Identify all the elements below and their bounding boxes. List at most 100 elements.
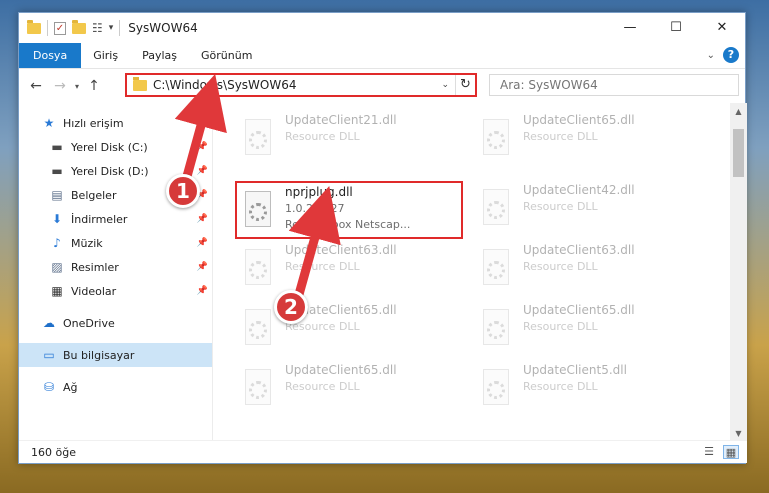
dll-file-icon [479, 189, 513, 229]
file-item[interactable]: UpdateClient42.dll Resource DLL [475, 181, 705, 239]
file-description: Resource DLL [523, 380, 598, 393]
sidebar-item-label: Müzik [71, 236, 103, 250]
file-list: UpdateClient21.dll Resource DLL nprjplug… [213, 103, 747, 442]
dll-file-icon [241, 119, 275, 159]
window-controls: — ☐ ✕ [607, 13, 745, 43]
drive-icon: ▬ [51, 140, 63, 154]
sidebar-item-disk-c[interactable]: ▬ Yerel Disk (C:) 📌 [19, 135, 212, 159]
file-description: Resource DLL [523, 260, 598, 273]
item-count: 160 öğe [31, 445, 76, 459]
file-name: UpdateClient21.dll [285, 113, 397, 127]
refresh-icon[interactable]: ↻ [455, 75, 475, 95]
file-description: RealJukebox Netscap... [285, 218, 411, 231]
address-bar[interactable]: C:\Windows\SysWOW64 ⌄ ↻ [125, 73, 477, 97]
divider [119, 20, 121, 36]
forward-arrow-icon[interactable]: → [51, 78, 69, 94]
file-name: nprjplug.dll [285, 185, 353, 199]
file-description: Resource DLL [523, 200, 598, 213]
sidebar-item-downloads[interactable]: ⬇ İndirmeler 📌 [19, 207, 212, 231]
step-marker-2: 2 [274, 290, 308, 324]
help-icon[interactable]: ? [723, 47, 739, 63]
properties-check-icon[interactable]: ✓ [54, 21, 66, 35]
pin-icon[interactable]: 📌 [197, 214, 208, 224]
file-description: Resource DLL [523, 130, 598, 143]
sidebar-item-network[interactable]: ⛁ Ağ [19, 375, 212, 399]
sidebar-item-onedrive[interactable]: ☁ OneDrive [19, 311, 212, 335]
pin-icon[interactable]: 📌 [197, 166, 208, 176]
file-item[interactable]: UpdateClient65.dll Resource DLL [475, 111, 705, 169]
file-item[interactable]: UpdateClient21.dll Resource DLL [237, 111, 467, 169]
sidebar-item-music[interactable]: ♪ Müzik 📌 [19, 231, 212, 255]
minimize-button[interactable]: — [607, 13, 653, 43]
title-bar: ✓ ☷ ▾ SysWOW64 — ☐ ✕ [19, 13, 745, 43]
properties-icon[interactable]: ☷ [92, 21, 103, 35]
sidebar-item-label: Ağ [63, 380, 78, 394]
ribbon-right-controls: ⌄ ? [707, 47, 739, 63]
sidebar-item-quick-access[interactable]: ★ Hızlı erişim [19, 111, 212, 135]
pin-icon[interactable]: 📌 [197, 142, 208, 152]
dll-file-icon [479, 249, 513, 289]
customize-dropdown-icon[interactable]: ▾ [109, 23, 114, 33]
dll-file-icon [241, 191, 275, 231]
scroll-up-icon[interactable]: ▲ [730, 103, 747, 120]
vertical-scrollbar[interactable]: ▲ ▼ [730, 103, 747, 442]
file-item[interactable]: UpdateClient5.dll Resource DLL [475, 361, 705, 419]
ribbon-tabs: Dosya Giriş Paylaş Görünüm ⌄ ? [19, 43, 745, 69]
search-input[interactable] [489, 74, 739, 96]
file-item[interactable]: UpdateClient65.dll Resource DLL [237, 301, 467, 359]
file-item[interactable]: UpdateClient65.dll Resource DLL [237, 361, 467, 419]
tab-share[interactable]: Paylaş [130, 43, 189, 68]
divider [47, 20, 48, 36]
cloud-icon: ☁ [43, 316, 55, 330]
maximize-button[interactable]: ☐ [653, 13, 699, 43]
navigation-bar: ← → ▾ ↑ C:\Windows\SysWOW64 ⌄ ↻ [19, 69, 745, 103]
dll-file-icon [241, 369, 275, 409]
file-item[interactable]: UpdateClient63.dll Resource DLL [475, 241, 705, 299]
tab-view[interactable]: Görünüm [189, 43, 264, 68]
address-path[interactable]: C:\Windows\SysWOW64 [153, 78, 435, 92]
file-item-highlighted[interactable]: nprjplug.dll 1.0.2.1127 RealJukebox Nets… [235, 181, 463, 239]
pin-icon[interactable]: 📌 [197, 262, 208, 272]
step-marker-1: 1 [166, 174, 200, 208]
videos-icon: ▦ [51, 284, 63, 298]
up-arrow-icon[interactable]: ↑ [85, 78, 103, 94]
pin-icon[interactable]: 📌 [197, 238, 208, 248]
explorer-window: ✓ ☷ ▾ SysWOW64 — ☐ ✕ Dosya Giriş Paylaş … [18, 12, 747, 464]
window-title: SysWOW64 [128, 21, 198, 35]
pin-icon[interactable]: 📌 [197, 286, 208, 296]
sidebar-item-videos[interactable]: ▦ Videolar 📌 [19, 279, 212, 303]
quick-access-toolbar: ✓ ☷ ▾ [19, 19, 121, 36]
sidebar-item-label: Videolar [71, 284, 117, 298]
address-dropdown-icon[interactable]: ⌄ [435, 80, 455, 90]
details-view-icon[interactable]: ☰ [701, 445, 717, 459]
back-arrow-icon[interactable]: ← [27, 78, 45, 94]
sidebar-item-label: Yerel Disk (D:) [71, 164, 149, 178]
recent-locations-dropdown-icon[interactable]: ▾ [75, 82, 79, 91]
tab-file[interactable]: Dosya [19, 43, 82, 68]
file-item[interactable]: UpdateClient65.dll Resource DLL [475, 301, 705, 359]
sidebar-item-pictures[interactable]: ▨ Resimler 📌 [19, 255, 212, 279]
dll-file-icon [479, 309, 513, 349]
music-icon: ♪ [53, 236, 61, 250]
file-name: UpdateClient65.dll [523, 113, 635, 127]
file-name: UpdateClient42.dll [523, 183, 635, 197]
file-description: Resource DLL [285, 260, 360, 273]
network-icon: ⛁ [43, 380, 55, 394]
close-button[interactable]: ✕ [699, 13, 745, 43]
computer-icon: ▭ [43, 348, 55, 362]
dll-file-icon [479, 119, 513, 159]
expand-ribbon-chevron-icon[interactable]: ⌄ [707, 50, 715, 61]
file-name: UpdateClient5.dll [523, 363, 627, 377]
scrollbar-thumb[interactable] [733, 129, 744, 177]
file-item[interactable]: UpdateClient63.dll Resource DLL [237, 241, 467, 299]
new-folder-icon[interactable] [72, 19, 86, 34]
tab-home[interactable]: Giriş [81, 43, 130, 68]
sidebar-item-label: Resimler [71, 260, 119, 274]
star-icon: ★ [43, 116, 55, 130]
sidebar-item-this-pc[interactable]: ▭ Bu bilgisayar [19, 343, 212, 367]
tiles-view-icon[interactable]: ▦ [723, 445, 739, 459]
dll-file-icon [241, 309, 275, 349]
